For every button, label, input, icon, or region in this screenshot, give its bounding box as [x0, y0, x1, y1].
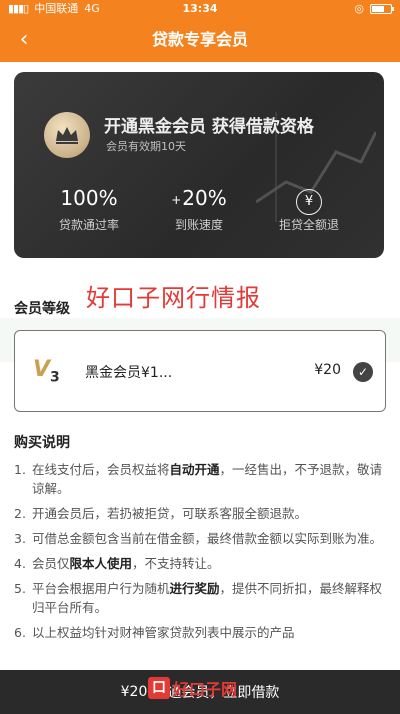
battery-icon — [370, 4, 394, 14]
location-icon: ◎ — [354, 2, 364, 15]
page-title: 贷款专享会员 — [151, 30, 248, 49]
stat-refund: ¥ 拒贷全额退 — [254, 184, 364, 233]
section-title-level: 会员等级 — [14, 301, 70, 317]
card-subtitle: 会员有效期10天 — [106, 140, 186, 153]
membership-card: 开通黑金会员 获得借款资格 会员有效期10天 100% 贷款通过率 +20% 到… — [14, 72, 384, 258]
status-bar: ▮▮▮▯ 中国联通 4G 13:34 ◎ — [0, 0, 400, 18]
watermark-logo: 口 好口子网 — [148, 676, 237, 700]
check-icon: ✓ — [353, 362, 373, 382]
bottom-price: ¥20 — [120, 684, 148, 700]
benefit-stats: 100% 贷款通过率 +20% 到账速度 ¥ 拒贷全额退 — [34, 184, 364, 233]
crown-icon — [44, 112, 90, 158]
list-item: 3. 可借总金额包含当前在借金额，最终借款金额以实际到账为准。 — [14, 531, 383, 546]
logo-icon: 口 — [148, 677, 170, 699]
nav-bar: ‹ 贷款专享会员 — [0, 18, 400, 62]
header: ▮▮▮▯ 中国联通 4G 13:34 ◎ ‹ 贷款专享会员 — [0, 0, 400, 62]
section-title-instructions: 购买说明 — [14, 435, 70, 451]
stat-value: 100% — [60, 186, 118, 210]
instructions-list: 1. 在线支付后，会员权益将自动开通，一经售出，不予退款，敬请谅解。 2. 开通… — [14, 460, 386, 648]
stat-label: 贷款通过率 — [58, 218, 119, 232]
stat-pass-rate: 100% 贷款通过率 — [34, 184, 144, 233]
level-name: 黑金会员¥1... — [85, 365, 173, 381]
list-item: 2. 开通会员后，若扔被拒贷，可联系客服全额退款。 — [14, 506, 308, 521]
list-item: 4. 会员仅限本人使用，不支持转让。 — [14, 556, 220, 571]
logo-text: 好口子网 — [173, 680, 238, 699]
card-headline: 开通黑金会员 获得借款资格 — [104, 117, 314, 137]
status-right: ◎ — [354, 0, 394, 18]
status-time: 13:34 — [182, 2, 218, 15]
membership-option[interactable]: V3 黑金会员¥1... ¥20 ✓ — [14, 330, 386, 412]
stat-value: +20% — [171, 186, 227, 210]
watermark-text: 好口子网行情报 — [86, 284, 261, 312]
list-item: 1. 在线支付后，会员权益将自动开通，一经售出，不予退款，敬请谅解。 — [14, 462, 383, 496]
level-badge: V3 — [33, 357, 60, 386]
list-item: 6. 以上权益均针对财神管家贷款列表中展示的产品 — [14, 625, 295, 640]
stat-label: 拒贷全额退 — [278, 218, 339, 232]
yen-refund-icon: ¥ — [296, 189, 322, 215]
stat-icon-wrap: ¥ — [254, 184, 364, 215]
stat-label: 到账速度 — [174, 218, 223, 232]
list-item: 5. 平台会根据用户行为随机进行奖励，提供不同折扣，最终解释权归平台所有。 — [14, 581, 383, 615]
stat-speed: +20% 到账速度 — [144, 184, 254, 233]
level-price: ¥20 — [314, 362, 341, 378]
